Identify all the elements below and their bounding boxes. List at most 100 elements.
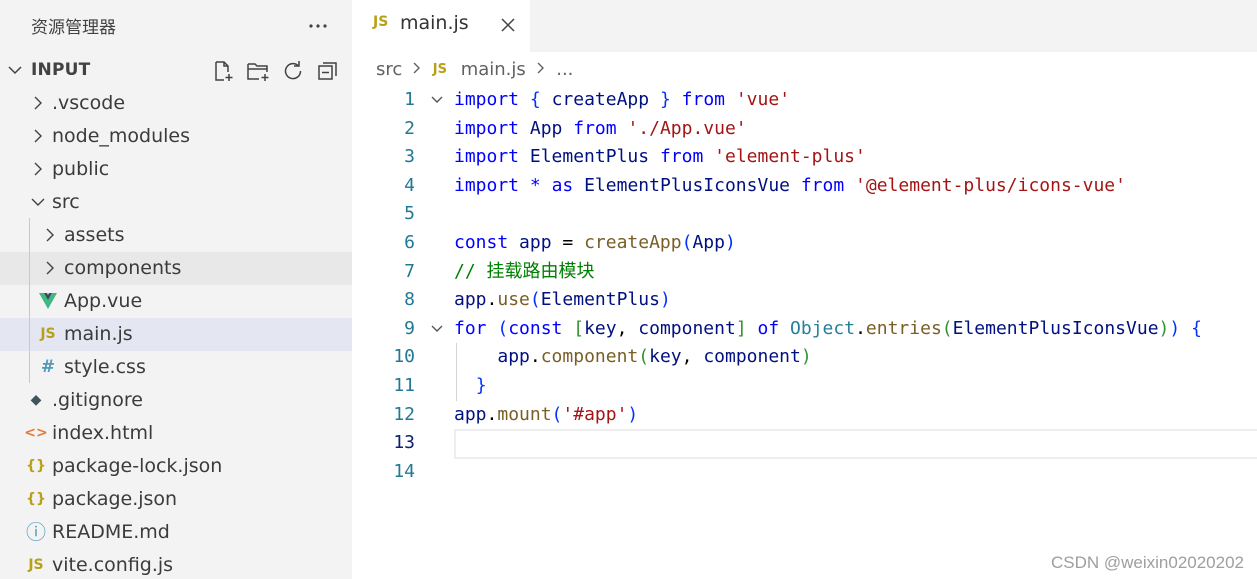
tree-item-components[interactable]: components [0,252,352,285]
tree-item-label: .gitignore [52,389,143,411]
tree-item-label: main.js [64,323,133,345]
code-line[interactable]: 2 import App from './App.vue' [352,115,1257,144]
editor-area: JS main.js src JS main.js ... 1 import { … [352,0,1257,579]
code-line[interactable]: 7 // 挂载路由模块 [352,258,1257,287]
close-icon [501,18,515,32]
code-token: * [529,174,541,196]
tree-item-node-modules[interactable]: node_modules [0,120,352,153]
tab-main-js[interactable]: JS main.js [352,0,530,52]
code-token: import [454,174,520,196]
collapse-all-button[interactable] [316,59,340,83]
new-folder-button[interactable] [246,59,270,83]
code-token: . [529,346,541,368]
fold-chevron-icon[interactable] [429,92,445,108]
code-line[interactable]: 9 for (const [key, component] of Object.e… [352,315,1257,344]
chevron-right-icon [536,57,546,83]
refresh-icon [284,61,302,80]
watermark: CSDN @weixin02020202 [1050,553,1244,572]
tree-item-vite-config-js[interactable]: JS vite.config.js [0,549,352,579]
code-line[interactable]: 6 const app = createApp(App) [352,229,1257,258]
new-file-button[interactable] [211,59,235,83]
code-token: from [800,174,845,196]
code-token: // 挂载路由模块 [454,260,595,282]
tree-item-readme-md[interactable]: ⓘ README.md [0,516,352,549]
breadcrumb: src JS main.js ... [376,57,573,83]
code-token: import [454,89,520,110]
tree-item-src[interactable]: src [0,186,352,219]
tree-item-label: package.json [52,488,178,510]
line-number: 9 [404,317,415,339]
code-line[interactable]: 4 import * as ElementPlusIconsVue from '@… [352,172,1257,201]
line-text: import { createApp } from 'vue' [454,86,790,115]
code-token: app [454,403,487,425]
breadcrumb-more[interactable]: ... [556,57,573,83]
line-text: // 挂载路由模块 [454,258,595,287]
tree-item-index-html[interactable]: <> index.html [0,417,352,450]
chevron-right-icon [34,162,42,176]
code-token: of [757,317,780,339]
code-token: App [692,231,725,253]
line-number: 5 [404,203,415,225]
tree-item-gitignore[interactable]: ◆ .gitignore [0,384,352,417]
breadcrumb-file[interactable]: main.js [461,57,526,83]
code-token: ( [529,289,541,311]
code-line[interactable]: 13 [352,429,1257,460]
line-number: 4 [404,174,415,196]
code-token: app [497,346,530,368]
collapse-all-icon [318,62,337,80]
code-token: 'element-plus' [714,146,866,168]
line-text: app.mount('#app') [454,401,638,430]
code-line[interactable]: 10 app.component(key, component) [352,343,1257,372]
line-text: app.component(key, component) [454,343,811,372]
code-editor[interactable]: 1 import { createApp } from 'vue' 2 import … [352,86,1257,486]
close-tab-button[interactable] [498,15,518,35]
tab-bar: JS main.js [352,0,1257,52]
code-token: const [454,231,509,253]
code-line[interactable]: 11 } [352,371,1257,401]
input-section-header[interactable]: INPUT [0,54,352,86]
code-line[interactable]: 8 app.use(ElementPlus) [352,286,1257,315]
line-number: 2 [404,117,415,139]
code-line[interactable]: 12 app.mount('#app') [352,401,1257,430]
line-number: 1 [404,89,415,110]
tree-item-public[interactable]: public [0,153,352,186]
tree-item-label: README.md [52,521,170,543]
code-token: as [551,174,574,196]
line-number: 6 [404,231,415,253]
more-actions-button[interactable] [304,14,332,38]
tree-item-assets[interactable]: assets [0,219,352,252]
code-token: ) [1169,317,1181,339]
line-number: 13 [393,432,415,454]
indent-guide [29,218,30,383]
code-token: Object [790,317,856,339]
code-line[interactable]: 1 import { createApp } from 'vue' [352,86,1257,115]
tree-item-label: node_modules [52,125,191,147]
breadcrumb-folder[interactable]: src [376,57,402,83]
code-line[interactable]: 3 import ElementPlus from 'element-plus' [352,143,1257,172]
tree-item-vscode[interactable]: .vscode [0,87,352,120]
code-token: App [529,117,563,139]
code-token: ) [1158,317,1170,339]
code-line[interactable]: 14 [352,458,1257,487]
tree-item-style-css[interactable]: # style.css [0,351,352,384]
code-token: component [540,346,639,368]
tree-item-main-js[interactable]: JS main.js [0,318,352,351]
line-number: 14 [393,460,415,482]
code-line[interactable]: 5 [352,200,1257,229]
fold-chevron-icon[interactable] [429,321,445,337]
tree-item-package-json[interactable]: {} package.json [0,483,352,516]
tree-item-app-vue[interactable]: App.vue [0,285,352,318]
code-token: '#app' [562,403,628,425]
tree-item-package-lock-json[interactable]: {} package-lock.json [0,450,352,483]
refresh-button[interactable] [281,59,305,83]
code-token: ElementPlusIconsVue [584,174,790,196]
